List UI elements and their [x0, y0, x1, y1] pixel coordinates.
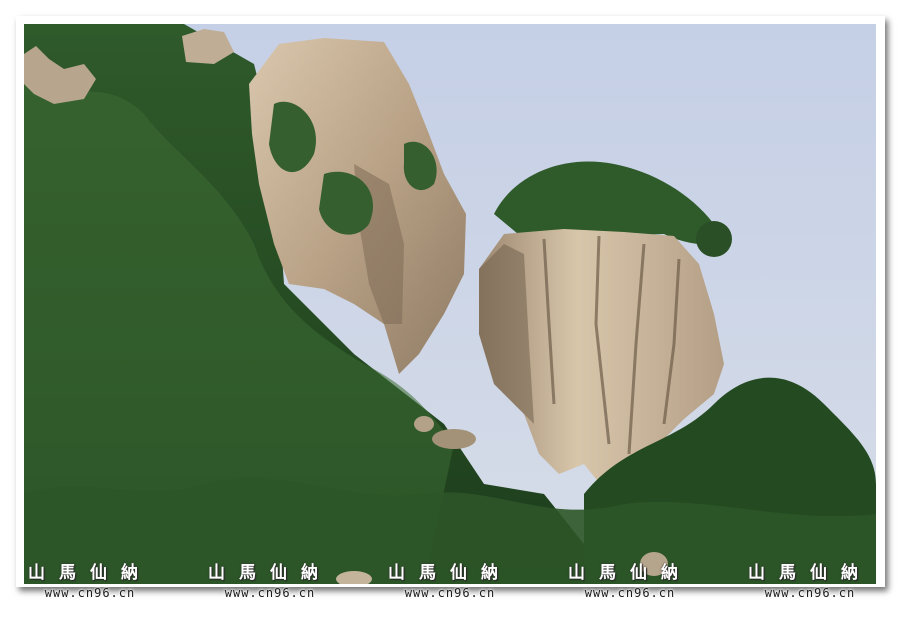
watermark-url: www.cn96.cn	[764, 586, 856, 600]
watermark-seal: 山馬仙納	[748, 563, 872, 583]
watermark-seal: 山馬仙納	[388, 563, 512, 583]
right-tree	[696, 221, 732, 257]
landscape-photo	[24, 24, 876, 584]
watermark-url-row: www.cn96.cn www.cn96.cn www.cn96.cn www.…	[0, 586, 900, 602]
boulder	[432, 429, 476, 449]
watermark-url: www.cn96.cn	[44, 586, 136, 600]
watermark-seal: 山馬仙納	[208, 563, 332, 583]
watermark-seal-row: 山馬仙納 山馬仙納 山馬仙納 山馬仙納 山馬仙納	[0, 558, 900, 584]
watermark-url: www.cn96.cn	[584, 586, 676, 600]
watermark-seal: 山馬仙納	[568, 563, 692, 583]
boulder	[414, 416, 434, 432]
watermark-seal: 山馬仙納	[28, 563, 152, 583]
landscape-illustration	[24, 24, 876, 584]
watermark-url: www.cn96.cn	[404, 586, 496, 600]
watermark-url: www.cn96.cn	[224, 586, 316, 600]
